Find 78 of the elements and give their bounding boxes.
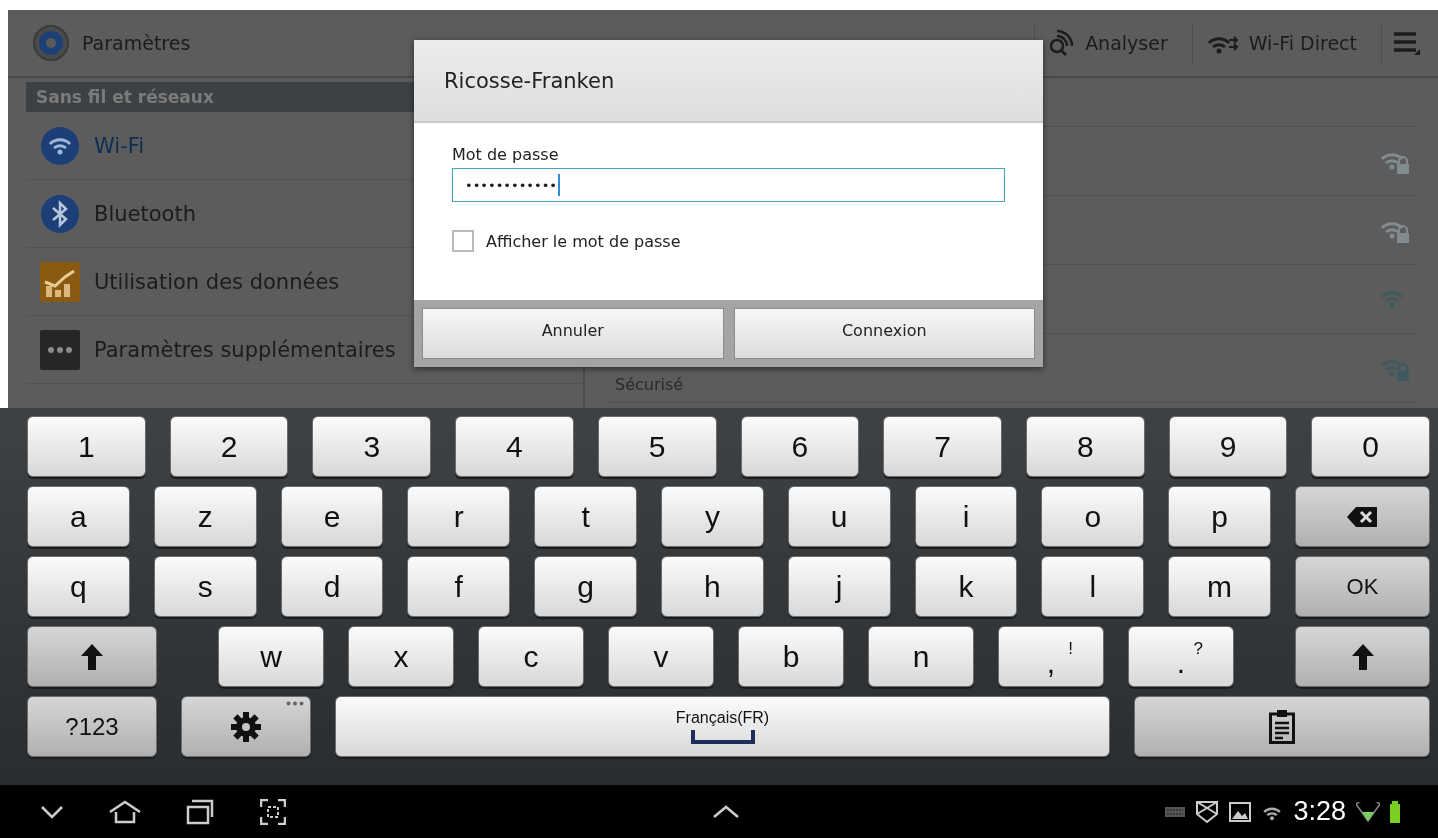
keyboard-key[interactable]: 5 xyxy=(597,416,717,477)
dialog-button[interactable]: Annuler xyxy=(422,308,724,359)
keyboard-key[interactable]: 6 xyxy=(740,416,860,477)
chevron-up-icon[interactable] xyxy=(711,804,740,819)
clock: 3:28 xyxy=(1293,796,1346,827)
keyboard-key[interactable]: p xyxy=(1168,486,1271,547)
search-icon xyxy=(1047,29,1076,57)
settings-gear-icon xyxy=(32,24,70,62)
keyboard-key[interactable]: h xyxy=(661,556,764,617)
keyboard-key[interactable]: y xyxy=(661,486,764,547)
keyboard-key[interactable]: 9 xyxy=(1168,416,1288,477)
shift-key[interactable] xyxy=(1295,626,1430,687)
recent-apps-icon[interactable] xyxy=(186,798,216,825)
password-field[interactable]: •••••••••••• xyxy=(452,168,1005,202)
settings-icon xyxy=(231,711,261,742)
settings-key[interactable] xyxy=(181,696,311,757)
backspace-icon xyxy=(1347,506,1378,527)
keyboard-key[interactable]: a xyxy=(27,486,130,547)
checkbox[interactable] xyxy=(452,230,474,252)
keyboard-key[interactable]: f xyxy=(407,556,511,617)
keyboard-key[interactable]: 8 xyxy=(1025,416,1145,477)
keyboard-key[interactable]: 4 xyxy=(455,416,574,477)
keyboard-key[interactable]: 2 xyxy=(169,416,289,477)
shield-icon xyxy=(1195,799,1220,824)
menu-icon[interactable] xyxy=(1394,31,1420,55)
space-bar-icon xyxy=(690,730,755,744)
keyboard-key[interactable]: g xyxy=(534,556,637,617)
dots-icon xyxy=(40,329,80,370)
keyboard-key[interactable]: k xyxy=(914,556,1018,617)
keyboard-key[interactable]: z xyxy=(153,486,257,547)
keyboard-key[interactable]: l xyxy=(1041,556,1145,617)
keyboard-key[interactable]: w xyxy=(218,626,324,687)
keyboard-key[interactable]: v xyxy=(608,626,714,687)
keyboard-key[interactable]: j xyxy=(787,556,891,617)
shift-arrow-icon xyxy=(81,643,103,670)
keyboard-key[interactable]: 1 xyxy=(27,416,146,477)
keyboard-key[interactable]: o xyxy=(1041,486,1145,547)
keyboard-key[interactable]: c xyxy=(478,626,584,687)
home-icon[interactable] xyxy=(108,799,142,824)
keyboard-key[interactable]: s xyxy=(153,556,257,617)
language-label: Français(FR) xyxy=(675,709,770,727)
keyboard-key[interactable]: n xyxy=(868,626,974,687)
keyboard-key[interactable]: x xyxy=(348,626,454,687)
backspace-key[interactable] xyxy=(1294,486,1430,547)
more-dots-icon xyxy=(286,701,304,706)
keyboard-key[interactable]: 7 xyxy=(883,416,1002,477)
app-title: Paramètres xyxy=(82,32,192,54)
chevron-down-icon[interactable] xyxy=(40,804,64,819)
keyboard-key[interactable]: u xyxy=(787,486,891,547)
image-icon xyxy=(1229,801,1252,822)
keyboard-key[interactable]: q xyxy=(27,556,130,617)
keyboard-key[interactable]: t xyxy=(534,486,637,547)
keyboard-key[interactable]: i xyxy=(914,486,1018,547)
keyboard-key[interactable]: 0 xyxy=(1311,416,1431,477)
keyboard-key[interactable]: m xyxy=(1168,556,1271,617)
ok-key[interactable]: OK xyxy=(1294,556,1430,617)
symbols-key[interactable]: ?123 xyxy=(27,696,157,757)
shift-key[interactable] xyxy=(27,626,157,687)
keyboard-key[interactable]: 3 xyxy=(312,416,432,477)
field-label: Mot de passe xyxy=(452,145,559,164)
keyboard-key[interactable]: d xyxy=(280,556,384,617)
battery-icon xyxy=(1390,800,1400,823)
clipboard-icon xyxy=(1269,709,1295,744)
screenshot-icon[interactable] xyxy=(260,798,286,825)
shift-arrow-icon xyxy=(1351,643,1374,670)
bluetooth-icon xyxy=(40,193,80,234)
wifi-signal-icon xyxy=(1356,801,1380,822)
chart-icon xyxy=(40,261,80,302)
keyboard-key[interactable]: . ? xyxy=(1128,626,1234,687)
keyboard-key[interactable]: e xyxy=(280,486,384,547)
keyboard-key[interactable]: , ! xyxy=(998,626,1104,687)
space-key[interactable]: Français(FR) xyxy=(335,696,1110,757)
keyboard-key[interactable]: b xyxy=(738,626,844,687)
wifi-icon xyxy=(40,125,80,166)
keyboard-key[interactable]: r xyxy=(407,486,511,547)
keyboard-icon xyxy=(1165,806,1186,817)
clipboard-key[interactable] xyxy=(1134,696,1430,757)
dialog-button[interactable]: Connexion xyxy=(733,308,1035,359)
